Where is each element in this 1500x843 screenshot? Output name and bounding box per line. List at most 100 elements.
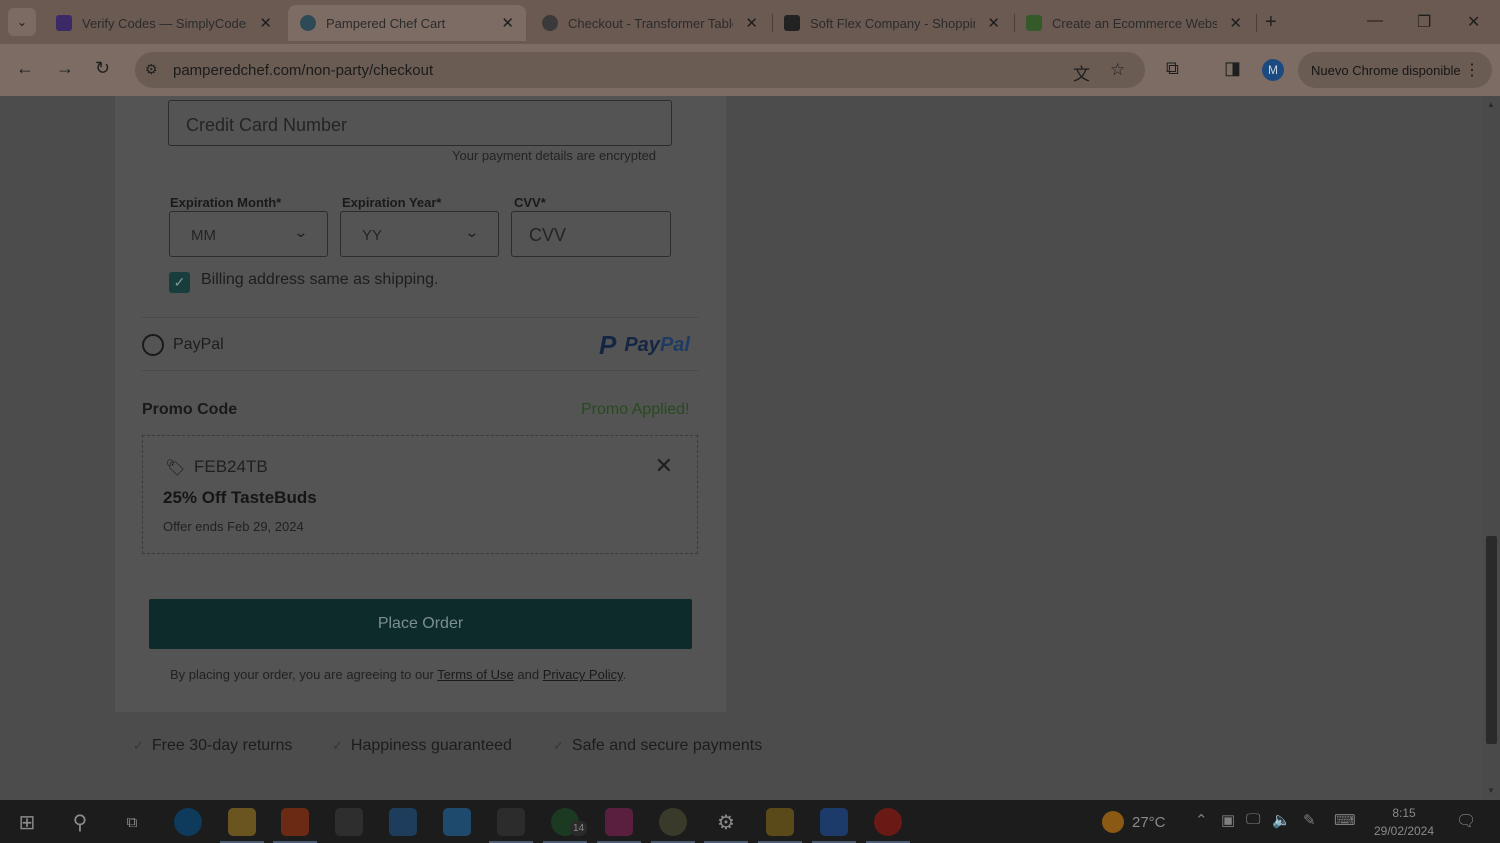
scroll-up-arrow-icon[interactable]: ▲ (1487, 100, 1495, 109)
softflex-icon (784, 15, 800, 31)
brave-icon[interactable] (273, 808, 317, 843)
close-icon[interactable]: ✕ (1229, 14, 1242, 32)
volume-icon[interactable]: 🔈 (1272, 811, 1291, 829)
billing-same-checkbox[interactable]: ✓ (169, 272, 190, 293)
terminal-icon[interactable] (335, 808, 363, 836)
tab-checkout-transformer[interactable]: Checkout - Transformer Table ✕ (530, 5, 770, 41)
file-explorer-icon[interactable] (220, 808, 264, 843)
promo-applied-status: Promo Applied! (581, 401, 690, 418)
tab-title: Soft Flex Company - Shopping (810, 15, 975, 31)
bookmark-star-icon[interactable]: ☆ (1110, 60, 1125, 80)
mouse-app-icon[interactable] (489, 808, 533, 843)
notifications-icon[interactable]: 🗨 (1456, 811, 1476, 831)
temperature: 27°C (1132, 813, 1166, 831)
tab-pampered-chef-cart[interactable]: Pampered Chef Cart ✕ (288, 5, 526, 41)
privacy-policy-link[interactable]: Privacy Policy (543, 667, 623, 682)
chrome-icon[interactable] (651, 808, 695, 843)
instagram-icon[interactable] (597, 808, 641, 843)
security-shield-icon[interactable] (758, 808, 802, 843)
tab-soft-flex[interactable]: Soft Flex Company - Shopping ✕ (772, 5, 1012, 41)
exp-month-select[interactable]: MM ⌄ (169, 211, 328, 257)
credit-card-number-input[interactable]: Credit Card Number (168, 100, 672, 146)
chevron-down-icon: ⌄ (16, 15, 28, 29)
exp-month-value: MM (191, 227, 216, 244)
forward-arrow-icon[interactable]: → (56, 58, 74, 79)
tab-verify-codes[interactable]: Verify Codes — SimplyCodes ✕ (44, 5, 284, 41)
url-text[interactable]: pamperedchef.com/non-party/checkout (173, 62, 433, 79)
close-icon[interactable]: ✕ (987, 14, 1000, 32)
avatar[interactable]: M (1262, 59, 1284, 81)
pen-icon[interactable]: ✎ (1303, 811, 1316, 829)
minimize-icon[interactable]: — (1367, 12, 1383, 30)
chevron-down-icon: ⌄ (293, 224, 309, 240)
close-icon[interactable]: ✕ (501, 14, 514, 32)
promo-expiry: Offer ends Feb 29, 2024 (163, 519, 304, 534)
chrome-update-button[interactable]: Nuevo Chrome disponible ⋮ (1298, 52, 1492, 88)
check-icon: ✓ (553, 738, 564, 753)
paypal-label: PayPal (173, 336, 224, 353)
cvv-input[interactable]: CVV (511, 211, 671, 257)
address-bar[interactable]: ⚙ pamperedchef.com/non-party/checkout 文 … (135, 52, 1145, 88)
close-icon[interactable]: ✕ (745, 14, 758, 32)
browser-toolbar: ← → ↻ ⚙ pamperedchef.com/non-party/check… (0, 44, 1500, 96)
cvv-label: CVV* (514, 195, 546, 210)
task-view-icon[interactable]: ⧉ (118, 808, 146, 836)
side-panel-icon[interactable]: ◨ (1224, 58, 1241, 79)
tab-create-ecommerce[interactable]: Create an Ecommerce Website ✕ (1014, 5, 1254, 41)
windows-start-icon[interactable]: ⊞ (13, 808, 41, 836)
edge-icon[interactable] (174, 808, 202, 836)
billing-same-label: Billing address same as shipping. (201, 271, 439, 288)
feature-happiness: ✓ Happiness guaranteed (332, 737, 512, 755)
close-window-icon[interactable]: ✕ (1467, 12, 1480, 32)
store-icon[interactable] (389, 808, 417, 836)
paypal-radio[interactable] (142, 334, 164, 356)
place-order-button[interactable]: Place Order (149, 599, 692, 649)
feature-label: Happiness guaranteed (350, 737, 512, 754)
wps-office-icon[interactable] (866, 808, 910, 843)
new-tab-button[interactable]: + (1265, 11, 1277, 34)
shopify-icon (1026, 15, 1042, 31)
exp-year-select[interactable]: YY ⌄ (340, 211, 499, 257)
mail-icon[interactable] (443, 808, 471, 836)
search-icon[interactable]: ⚲ (66, 808, 94, 836)
scrollbar-thumb[interactable] (1486, 536, 1497, 744)
translate-icon[interactable]: 文 (1073, 60, 1090, 85)
network-icon[interactable]: 🖵 (1246, 811, 1260, 828)
word-icon[interactable] (812, 808, 856, 843)
feature-label: Safe and secure payments (571, 737, 763, 754)
check-icon: ✓ (332, 738, 343, 753)
keyboard-icon[interactable]: ⌨ (1334, 811, 1356, 829)
system-clock[interactable]: 8:15 29/02/2024 (1368, 804, 1440, 840)
weather-widget[interactable]: 27°C (1102, 811, 1166, 833)
legal-and: and (517, 667, 540, 682)
close-icon[interactable]: ✕ (259, 14, 272, 32)
chevron-up-icon[interactable]: ⌃ (1195, 811, 1208, 829)
checkout-page: Credit Card Number Your payment details … (0, 96, 1500, 800)
settings-gear-icon[interactable]: ⚙ (704, 808, 748, 843)
feature-returns: ✓ Free 30-day returns (133, 737, 292, 755)
pampered-chef-icon (300, 15, 316, 31)
more-menu-icon[interactable]: ⋮ (1464, 60, 1480, 80)
tab-title: Pampered Chef Cart (326, 15, 446, 31)
meet-icon[interactable]: ▣ (1221, 811, 1235, 829)
tab-title: Create an Ecommerce Website (1052, 15, 1217, 31)
divider (142, 370, 698, 371)
update-label: Nuevo Chrome disponible (1311, 62, 1461, 78)
cvv-placeholder: CVV (529, 225, 567, 245)
tab-search-button[interactable]: ⌄ (8, 8, 36, 36)
scroll-down-arrow-icon[interactable]: ▼ (1487, 786, 1495, 795)
remove-promo-close-icon[interactable]: ✕ (655, 453, 673, 479)
globe-icon (542, 15, 558, 31)
tab-title: Checkout - Transformer Table (568, 15, 733, 31)
terms-of-use-link[interactable]: Terms of Use (437, 667, 514, 682)
feature-label: Free 30-day returns (151, 737, 293, 754)
back-arrow-icon[interactable]: ← (16, 58, 34, 79)
extensions-puzzle-icon[interactable]: ⧉ (1166, 58, 1179, 79)
restore-icon[interactable]: ❐ (1417, 12, 1431, 32)
encrypted-note: Your payment details are encrypted (452, 148, 657, 163)
chevron-down-icon: ⌄ (464, 224, 480, 240)
reload-icon[interactable]: ↻ (95, 58, 110, 79)
page-scrollbar[interactable]: ▲ ▼ (1483, 96, 1500, 800)
site-settings-icon[interactable]: ⚙ (145, 61, 158, 78)
paypal-logo: P PayPal (599, 330, 690, 360)
